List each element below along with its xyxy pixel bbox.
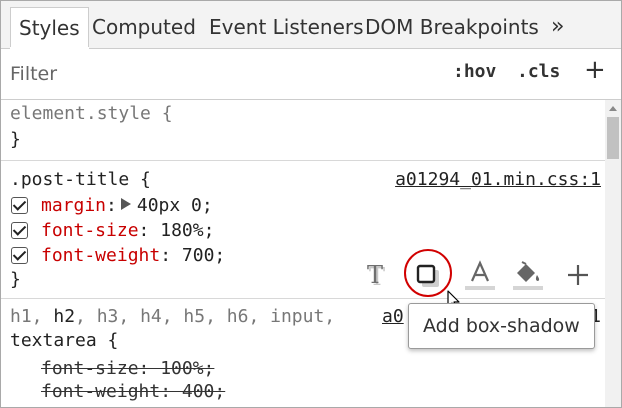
- class-toggle[interactable]: .cls: [517, 61, 560, 82]
- declaration-overridden[interactable]: font-size: 100%;: [41, 358, 214, 379]
- property-name[interactable]: font-weight: [41, 245, 160, 266]
- colon: :: [160, 245, 182, 266]
- hover-state-toggle[interactable]: :hov: [453, 61, 496, 82]
- declaration-checkbox[interactable]: [11, 222, 28, 239]
- tab-styles[interactable]: Styles: [10, 7, 89, 50]
- filter-bar: :hov .cls +: [1, 49, 621, 100]
- tab-event-listeners[interactable]: Event Listeners: [209, 7, 364, 47]
- selector-part: h1,: [10, 306, 54, 327]
- declaration-font-weight[interactable]: font-weight: 700;: [41, 245, 225, 266]
- highlight-circle: [404, 249, 452, 297]
- scrollbar-thumb[interactable]: [607, 117, 619, 159]
- text-color-icon[interactable]: [463, 259, 497, 293]
- add-icon[interactable]: [561, 259, 595, 293]
- rule-close-brace: }: [10, 269, 21, 290]
- property-value[interactable]: 180%;: [160, 220, 214, 241]
- stylesheet-link[interactable]: a0: [382, 306, 404, 327]
- expand-triangle-icon[interactable]: [120, 198, 131, 210]
- declaration-checkbox[interactable]: [11, 247, 28, 264]
- property-value[interactable]: 700;: [182, 245, 225, 266]
- filter-input[interactable]: [10, 61, 410, 87]
- selector-part: , h3, h4, h5, h6, input,: [75, 306, 336, 327]
- property-value[interactable]: 40px 0;: [137, 195, 213, 216]
- text-shadow-icon[interactable]: T T: [365, 259, 399, 293]
- rule-selector[interactable]: element.style {: [10, 103, 173, 124]
- property-name[interactable]: font-size: [41, 220, 139, 241]
- property-name[interactable]: margin: [41, 195, 106, 216]
- stylesheet-link[interactable]: a01294_01.min.css:1: [395, 169, 601, 190]
- declaration-font-size[interactable]: font-size: 180%;: [41, 220, 214, 241]
- declaration-overridden[interactable]: font-weight: 400;: [41, 381, 225, 402]
- new-style-rule-button[interactable]: +: [584, 55, 606, 85]
- tab-computed[interactable]: Computed: [92, 7, 196, 47]
- rule-selector[interactable]: h1, h2, h3, h4, h5, h6, input,: [10, 306, 335, 327]
- tab-dom-breakpoints[interactable]: DOM Breakpoints: [365, 7, 539, 47]
- vertical-scrollbar[interactable]: [605, 100, 621, 407]
- declaration-checkbox[interactable]: [11, 197, 28, 214]
- colon: :: [106, 195, 117, 216]
- rule-element-style: element.style { }: [1, 100, 605, 161]
- rule-selector[interactable]: .post-title {: [10, 169, 151, 190]
- selector-matched: h2: [53, 306, 76, 327]
- devtools-styles-pane: Styles Computed Event Listeners DOM Brea…: [0, 0, 622, 408]
- rule-selector-line2[interactable]: textarea {: [10, 330, 118, 351]
- tooltip: Add box-shadow: [408, 303, 595, 349]
- background-color-icon[interactable]: [511, 259, 545, 293]
- more-tabs-button[interactable]: »: [551, 7, 564, 47]
- rule-close-brace: }: [10, 129, 21, 150]
- svg-text:T: T: [367, 261, 383, 289]
- tab-bar: Styles Computed Event Listeners DOM Brea…: [1, 1, 621, 50]
- scroll-up-icon[interactable]: [609, 106, 617, 111]
- colon: :: [138, 220, 161, 241]
- declaration-margin[interactable]: margin: 40px 0;: [41, 195, 213, 216]
